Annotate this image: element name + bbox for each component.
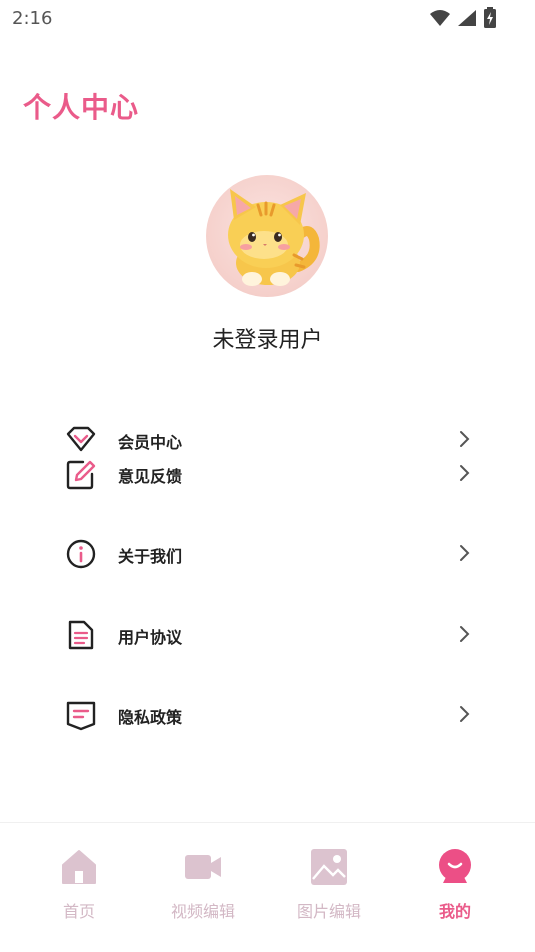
nav-tab-label: 首页: [62, 902, 95, 921]
nav-tab-label: 图片编辑: [296, 902, 361, 921]
username: 未登录用户: [212, 328, 323, 353]
nav-tab-image-edit[interactable]: 图片编辑: [262, 823, 396, 952]
chevron-right-icon: [460, 465, 470, 481]
info-icon: [66, 539, 96, 569]
menu-item-user-agreement[interactable]: 用户协议: [64, 615, 474, 655]
image-icon: [311, 849, 347, 885]
nav-tab-label: 视频编辑: [170, 902, 235, 921]
nav-tab-video-edit[interactable]: 视频编辑: [136, 823, 270, 952]
page-title: 个人中心: [23, 91, 140, 124]
profile-face-icon: [439, 849, 471, 883]
wifi-icon: [430, 10, 450, 26]
menu-item-label: 用户协议: [118, 628, 183, 647]
status-bar: 2:16: [0, 0, 535, 36]
signal-icon: [458, 10, 476, 26]
avatar[interactable]: [206, 175, 328, 297]
nav-tab-label: 我的: [438, 902, 471, 921]
document-icon: [68, 620, 94, 650]
bottom-navigation: 首页 视频编辑 图片编辑 我的: [0, 822, 535, 952]
menu-item-privacy-policy[interactable]: 隐私政策: [64, 695, 474, 735]
chevron-right-icon: [460, 706, 470, 722]
battery-icon: [484, 7, 496, 28]
edit-icon: [66, 460, 96, 490]
menu-item-label: 隐私政策: [118, 708, 183, 727]
menu-item-label: 会员中心: [118, 433, 183, 452]
status-icons: [429, 7, 497, 29]
menu-item-label: 意见反馈: [118, 467, 183, 486]
menu-item-label: 关于我们: [118, 547, 183, 566]
video-camera-icon: [185, 855, 221, 879]
kitten-avatar-image: [228, 189, 320, 286]
diamond-icon: [66, 426, 96, 452]
menu-item-about-us[interactable]: 关于我们: [64, 534, 474, 574]
chevron-right-icon: [460, 626, 470, 642]
home-icon: [62, 850, 96, 884]
chevron-right-icon: [460, 431, 470, 447]
status-time: 2:16: [12, 8, 53, 29]
nav-tab-mine[interactable]: 我的: [388, 823, 522, 952]
chevron-right-icon: [460, 545, 470, 561]
message-icon: [66, 701, 96, 731]
nav-tab-home[interactable]: 首页: [12, 823, 146, 952]
menu-item-feedback[interactable]: 意见反馈: [64, 454, 474, 494]
